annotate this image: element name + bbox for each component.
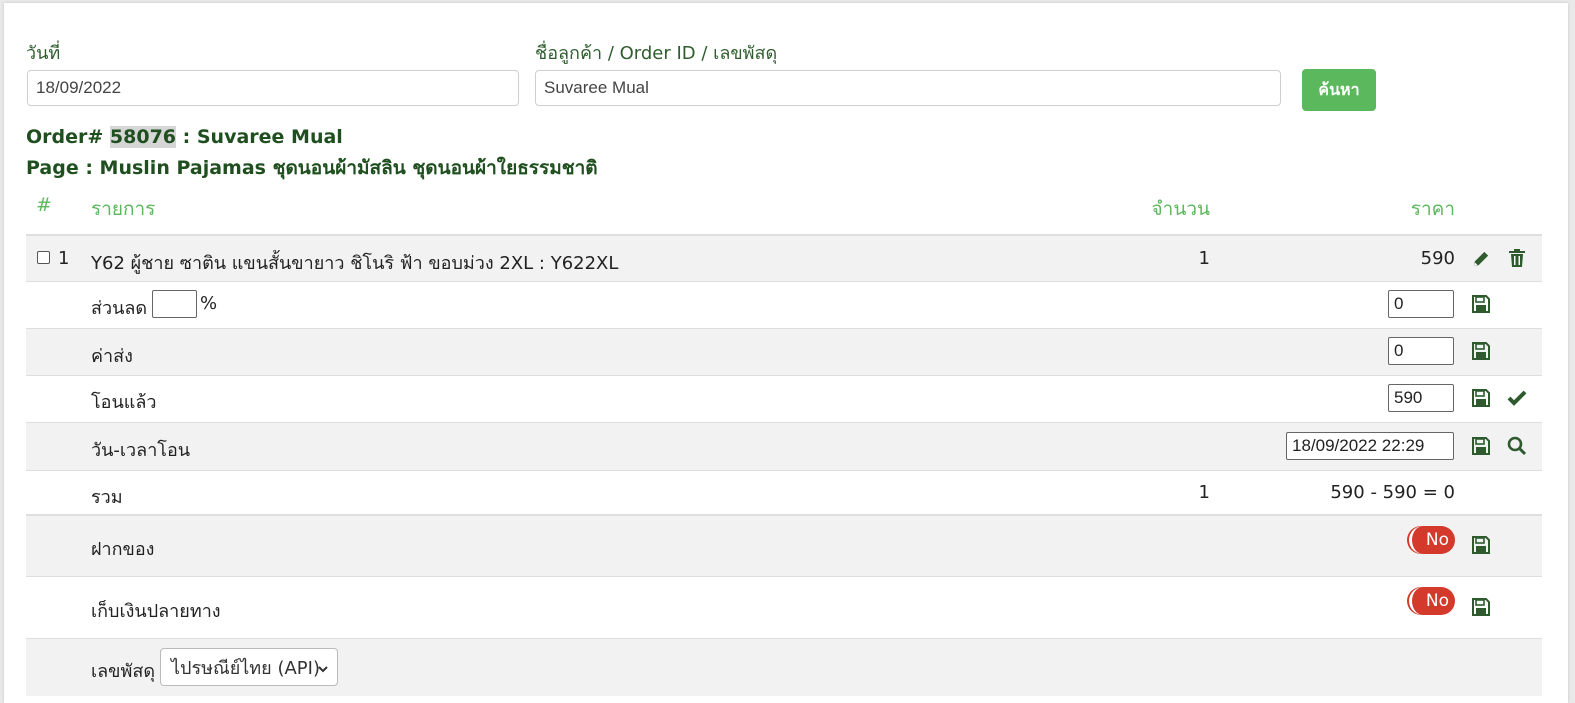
- item-name: Y62 ผู้ชาย ซาติน แขนสั้นขายาว ชิโนริ ฟ้า…: [91, 253, 619, 274]
- total-quantity: 1: [1198, 482, 1210, 503]
- customer-search-input[interactable]: [535, 70, 1281, 106]
- deposit-row: [26, 514, 1542, 576]
- item-price: 590: [1420, 248, 1455, 269]
- discount-label: ส่วนลด: [91, 298, 148, 319]
- deposit-toggle[interactable]: No: [1409, 526, 1455, 554]
- col-header-number: #: [36, 194, 52, 216]
- search-button[interactable]: ค้นหา: [1302, 69, 1376, 111]
- save-icon[interactable]: [1471, 535, 1491, 555]
- order-title: Order# 58076 : Suvaree Mual: [26, 126, 343, 148]
- transfer-time-label: วัน-เวลาโอน: [91, 440, 191, 461]
- customer-search-label: ชื่อลูกค้า / Order ID / เลขพัสดุ: [535, 43, 778, 64]
- cod-row: [26, 576, 1542, 638]
- edit-icon[interactable]: [1471, 248, 1491, 268]
- date-input[interactable]: [27, 70, 519, 106]
- chevron-down-icon: [317, 659, 329, 680]
- transferred-amount-input[interactable]: [1388, 384, 1454, 412]
- cod-label: เก็บเงินปลายทาง: [91, 601, 221, 622]
- carrier-select-value: ไปรษณีย์ไทย (API): [171, 657, 320, 679]
- item-quantity: 1: [1198, 248, 1210, 269]
- trash-icon[interactable]: [1507, 248, 1527, 268]
- date-label: วันที่: [26, 43, 61, 64]
- page-title: Page : Muslin Pajamas ชุดนอนผ้ามัสลิน ชุ…: [26, 157, 598, 179]
- shipping-amount-input[interactable]: [1388, 337, 1454, 365]
- discount-row: [26, 281, 1542, 328]
- check-icon[interactable]: [1507, 388, 1527, 408]
- discount-amount-input[interactable]: [1388, 290, 1454, 318]
- deposit-label: ฝากของ: [91, 539, 155, 560]
- discount-percent-input[interactable]: [152, 290, 197, 318]
- transferred-label: โอนแล้ว: [91, 392, 157, 413]
- percent-sign: %: [200, 293, 218, 314]
- col-header-quantity: จำนวน: [1151, 198, 1210, 220]
- order-prefix: Order#: [26, 126, 110, 148]
- transferred-row: [26, 375, 1542, 422]
- search-icon[interactable]: [1507, 436, 1527, 456]
- transfer-time-input[interactable]: [1286, 432, 1454, 460]
- item-number: 1: [58, 248, 70, 269]
- item-checkbox[interactable]: [37, 251, 50, 264]
- tracking-label: เลขพัสดุ: [91, 661, 156, 682]
- order-customer: : Suvaree Mual: [176, 126, 343, 148]
- save-icon[interactable]: [1471, 341, 1491, 361]
- save-icon[interactable]: [1471, 436, 1491, 456]
- col-header-item: รายการ: [91, 198, 156, 220]
- carrier-select[interactable]: ไปรษณีย์ไทย (API): [160, 648, 338, 686]
- total-label: รวม: [91, 487, 123, 508]
- total-balance: 590 - 590 = 0: [1330, 482, 1455, 503]
- order-id: 58076: [109, 126, 177, 148]
- save-icon[interactable]: [1471, 597, 1491, 617]
- shipping-row: [26, 328, 1542, 375]
- cod-toggle[interactable]: No: [1409, 587, 1455, 615]
- col-header-price: ราคา: [1410, 198, 1455, 220]
- save-icon[interactable]: [1471, 294, 1491, 314]
- save-icon[interactable]: [1471, 388, 1491, 408]
- shipping-label: ค่าส่ง: [91, 346, 133, 367]
